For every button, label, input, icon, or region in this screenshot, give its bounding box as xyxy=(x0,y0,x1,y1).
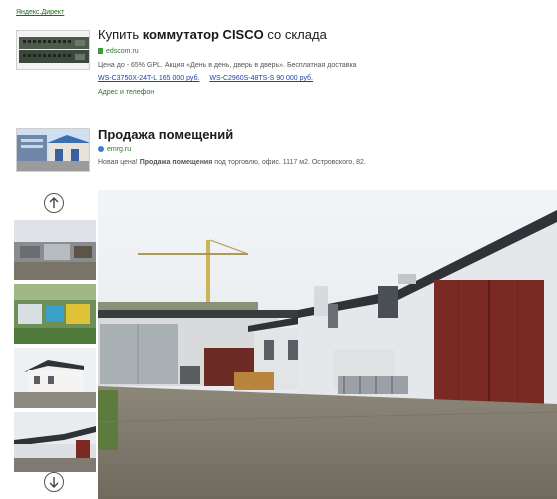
contacts-link[interactable]: Адрес и телефон xyxy=(98,88,548,98)
ad-sitelinks: WS-C3750X-24T-L 165 000 руб. WS-C2960S-4… xyxy=(98,74,548,84)
ad-title[interactable]: Купить коммутатор CISCO со склада xyxy=(98,26,548,43)
ad-title[interactable]: Продажа помещений xyxy=(98,126,548,143)
ad-text: Новая цена! Продажа помещения под торгов… xyxy=(98,159,366,166)
sitelink-2[interactable]: WS-C2960S-48TS-S 90 000 руб. xyxy=(209,75,313,82)
arrow-up-icon xyxy=(49,197,59,208)
building-thumb-image[interactable] xyxy=(16,128,90,172)
ad-text: Цена до - 65% GPL. Акция «День в день, д… xyxy=(98,62,357,69)
sitelink-1[interactable]: WS-C3750X-24T-L 165 000 руб. xyxy=(98,75,199,82)
scroll-up-button[interactable] xyxy=(44,193,64,213)
favicon-icon xyxy=(98,48,103,55)
ad-domain[interactable]: edscom.ru xyxy=(98,47,548,57)
globe-icon xyxy=(98,146,104,153)
arrow-down-icon xyxy=(49,477,59,488)
switch-image[interactable] xyxy=(16,30,90,70)
gallery-thumb-1[interactable] xyxy=(14,220,96,280)
ad-domain[interactable]: emrg.ru xyxy=(98,145,548,155)
gallery-thumb-3[interactable] xyxy=(14,348,96,408)
gallery-thumb-4[interactable] xyxy=(14,412,96,472)
main-photo xyxy=(98,190,557,499)
gallery-thumb-2[interactable] xyxy=(14,284,96,344)
yandex-direct-link[interactable]: Яндекс.Директ xyxy=(16,9,64,16)
scroll-down-button[interactable] xyxy=(44,472,64,492)
